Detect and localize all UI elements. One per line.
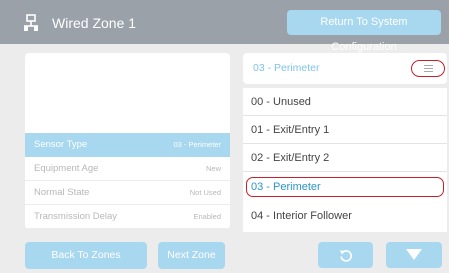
selected-sensor-type: 03 - Perimeter — [253, 62, 320, 74]
header-bar: Wired Zone 1 Return To System Configurat… — [0, 0, 449, 53]
settings-row-transmission-delay[interactable]: Transmission Delay Enabled — [25, 205, 230, 229]
return-to-system-configuration-button[interactable]: Return To System Configuration — [287, 10, 441, 53]
dropdown-option[interactable]: 01 - Exit/Entry 1 — [243, 116, 447, 144]
settings-row-label: Sensor Type — [34, 139, 88, 150]
settings-row-value: Not Used — [189, 188, 221, 197]
wired-zone-icon — [24, 14, 38, 31]
next-zone-button[interactable]: Next Zone — [158, 242, 225, 269]
dropdown-option[interactable]: 00 - Unused — [243, 88, 447, 116]
dropdown-option-selected[interactable]: 03 - Perimeter — [243, 174, 447, 200]
dropdown-menu-button[interactable] — [411, 60, 445, 77]
undo-icon — [339, 250, 352, 262]
undo-button[interactable] — [318, 242, 373, 268]
down-arrow-icon — [406, 249, 422, 260]
page-title: Wired Zone 1 — [52, 15, 137, 31]
settings-row-normal-state[interactable]: Normal State Not Used — [25, 181, 230, 205]
settings-row-sensor-type[interactable]: Sensor Type 03 - Perimeter — [25, 133, 230, 157]
settings-row-value: 03 - Perimeter — [173, 140, 221, 149]
settings-row-label: Transmission Delay — [34, 211, 118, 222]
back-to-zones-button[interactable]: Back To Zones — [25, 242, 147, 269]
menu-icon — [424, 65, 433, 72]
zone-settings-panel: Sensor Type 03 - Perimeter Equipment Age… — [25, 53, 230, 229]
settings-row-label: Equipment Age — [34, 163, 99, 174]
settings-row-value: New — [205, 164, 221, 173]
dropdown-option[interactable]: 04 - Interior Follower — [243, 202, 447, 230]
dropdown-option[interactable]: 02 - Exit/Entry 2 — [243, 144, 447, 172]
sensor-type-dropdown-list: 00 - Unused 01 - Exit/Entry 1 02 - Exit/… — [243, 88, 447, 232]
settings-row-label: Normal State — [34, 187, 90, 198]
settings-row-equipment-age[interactable]: Equipment Age New — [25, 157, 230, 181]
settings-row-value: Enabled — [193, 212, 221, 221]
scroll-down-button[interactable] — [386, 242, 442, 268]
